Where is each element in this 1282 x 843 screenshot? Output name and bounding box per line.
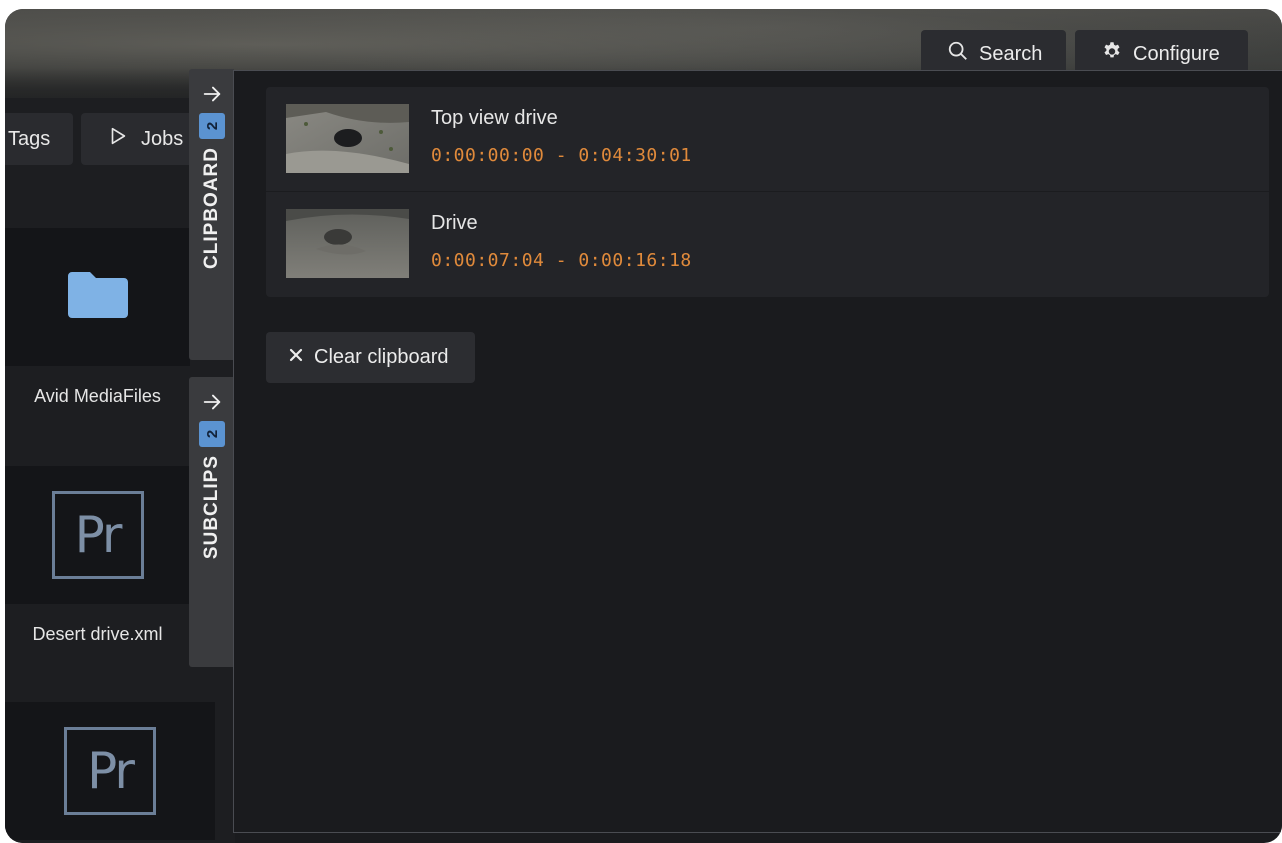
premiere-file-tile[interactable]: Pr (5, 466, 190, 604)
app-window: Search Configure Tags Jobs Avid MediaFil… (5, 9, 1282, 843)
gear-icon (1101, 40, 1123, 68)
clip-timecode: 0:00:00:00 - 0:04:30:01 (431, 145, 692, 166)
premiere-file-icon: Pr (51, 491, 144, 579)
clip-thumbnail (286, 104, 409, 173)
clip-title: Drive (431, 212, 478, 234)
close-icon (288, 346, 304, 369)
side-tab-subclips[interactable]: 2 SUBCLIPS (189, 377, 234, 667)
side-tab-clipboard[interactable]: 2 CLIPBOARD (189, 69, 234, 360)
configure-button-label: Configure (1133, 42, 1220, 65)
premiere-file-icon: Pr (64, 727, 156, 815)
search-icon (947, 40, 969, 68)
subclips-count-badge: 2 (198, 421, 225, 447)
tab-tags-label: Tags (8, 127, 51, 150)
folder-tile[interactable] (5, 228, 190, 366)
search-button-label: Search (979, 42, 1043, 65)
clip-list: Top view drive 0:00:00:00 - 0:04:30:01 D… (266, 87, 1269, 297)
clip-item[interactable]: Top view drive 0:00:00:00 - 0:04:30:01 (266, 87, 1269, 192)
clip-thumbnail (286, 209, 409, 278)
clear-clipboard-label: Clear clipboard (314, 346, 449, 368)
folder-tile-label: Avid MediaFiles (34, 386, 161, 406)
folder-icon (65, 270, 131, 325)
premiere-file-tile[interactable]: Pr (5, 702, 215, 840)
clear-clipboard-button[interactable]: Clear clipboard (266, 332, 475, 383)
side-tab-clipboard-label: CLIPBOARD (200, 147, 222, 269)
tab-jobs-label: Jobs (141, 127, 184, 150)
clip-title: Top view drive (431, 107, 558, 129)
premiere-file-label: Desert drive.xml (32, 624, 163, 644)
clipboard-panel: Top view drive 0:00:00:00 - 0:04:30:01 D… (233, 70, 1282, 833)
tab-tags[interactable]: Tags (5, 113, 73, 165)
clip-item[interactable]: Drive 0:00:07:04 - 0:00:16:18 (266, 192, 1269, 297)
clipboard-count-badge: 2 (198, 113, 225, 139)
side-tab-subclips-label: SUBCLIPS (200, 455, 222, 560)
clip-timecode: 0:00:07:04 - 0:00:16:18 (431, 250, 692, 271)
play-icon (107, 125, 129, 153)
arrow-right-icon[interactable] (201, 391, 223, 413)
arrow-right-icon[interactable] (201, 83, 223, 105)
